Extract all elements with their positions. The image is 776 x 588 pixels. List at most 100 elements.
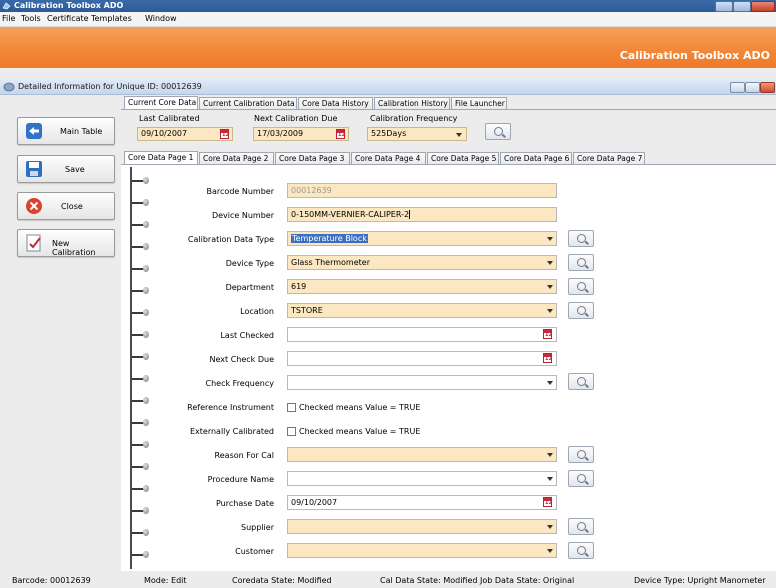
check-frequency-lookup-button[interactable] [568, 373, 594, 390]
chevron-down-icon [547, 309, 553, 313]
tab-core-data-page-2[interactable]: Core Data Page 2 [199, 152, 274, 164]
maximize-button[interactable] [733, 1, 751, 12]
menu-tools[interactable]: Tools [21, 14, 41, 23]
tab-core-data-page-5[interactable]: Core Data Page 5 [427, 152, 499, 164]
tab-core-data-page-3[interactable]: Core Data Page 3 [275, 152, 350, 164]
tab-core-data-page-7[interactable]: Core Data Page 7 [573, 152, 645, 164]
location-select[interactable]: TSTORE [287, 303, 557, 318]
chevron-down-icon [547, 477, 553, 481]
close-label: Close [61, 202, 83, 211]
frequency-value: 525Days [371, 129, 407, 138]
calendar-icon[interactable]: 12 [336, 129, 345, 139]
tab-calibration-history[interactable]: Calibration History [374, 97, 450, 109]
department-lookup-button[interactable] [568, 278, 594, 295]
new-calibration-button[interactable]: New Calibration [17, 229, 115, 257]
chevron-down-icon [547, 285, 553, 289]
last-calibrated-field[interactable]: 09/10/2007 [137, 127, 233, 141]
device-number-label: Device Number [211, 211, 274, 220]
check-frequency-select[interactable] [287, 375, 557, 390]
next-check-field[interactable] [287, 351, 557, 366]
calendar-icon[interactable]: 12 [543, 329, 552, 339]
binder-ring [132, 287, 152, 294]
form-panel [121, 165, 776, 571]
supplier-lookup-button[interactable] [568, 518, 594, 535]
ext-cal-checkbox[interactable] [287, 427, 296, 436]
binder-ring [132, 463, 152, 470]
procedure-lookup-button[interactable] [568, 470, 594, 487]
save-button[interactable]: Save [17, 155, 115, 183]
chevron-down-icon [547, 381, 553, 385]
text-cursor [409, 210, 411, 219]
tab-current-calibration-data[interactable]: Current Calibration Data [199, 97, 297, 109]
calendar-icon[interactable]: 12 [543, 497, 552, 507]
ref-instr-note: Checked means Value = TRUE [299, 403, 421, 412]
checklist-icon [26, 234, 41, 252]
department-select[interactable]: 619 [287, 279, 557, 294]
reason-lookup-button[interactable] [568, 446, 594, 463]
app-banner: Calibration Toolbox ADO [0, 27, 776, 68]
procedure-select[interactable] [287, 471, 557, 486]
binder-ring [132, 177, 152, 184]
back-arrow-icon [26, 123, 42, 139]
child-restore-button[interactable] [745, 82, 760, 93]
status-caldata: Cal Data State: Modified [380, 576, 478, 585]
child-close-button[interactable] [760, 82, 775, 93]
close-window-button[interactable] [751, 1, 775, 12]
supplier-select[interactable] [287, 519, 557, 534]
purchase-date-value: 09/10/2007 [291, 498, 338, 507]
binder-ring [132, 441, 152, 448]
tab-current-core-data[interactable]: Current Core Data [124, 96, 198, 109]
tab-core-data-page-6[interactable]: Core Data Page 6 [500, 152, 572, 164]
next-due-label: Next Calibration Due [254, 114, 338, 123]
tab-core-data-page-1[interactable]: Core Data Page 1 [124, 151, 198, 164]
child-window-title: Detailed Information for Unique ID: 0001… [18, 82, 202, 91]
binder-ring [132, 221, 152, 228]
child-minimize-button[interactable] [730, 82, 745, 93]
customer-select[interactable] [287, 543, 557, 558]
binder-ring [132, 265, 152, 272]
last-calibrated-value: 09/10/2007 [141, 129, 188, 138]
close-button[interactable]: Close [17, 192, 115, 220]
purchase-date-field[interactable]: 09/10/2007 [287, 495, 557, 510]
calendar-icon[interactable]: 12 [220, 129, 229, 139]
cal-type-select[interactable]: Temperature Block [287, 231, 557, 246]
status-jobdata: Job Data State: Original [480, 576, 575, 585]
floppy-disk-icon [26, 161, 42, 177]
cal-type-lookup-button[interactable] [568, 230, 594, 247]
minimize-button[interactable] [715, 1, 733, 12]
chevron-down-icon [456, 133, 462, 137]
menu-file[interactable]: File [2, 14, 15, 23]
magnifier-icon [577, 377, 586, 386]
magnifier-icon [577, 450, 586, 459]
menu-window[interactable]: Window [145, 14, 177, 23]
window-title-bar: Calibration Toolbox ADO [0, 0, 776, 12]
barcode-value: 00012639 [291, 186, 332, 195]
customer-lookup-button[interactable] [568, 542, 594, 559]
procedure-label: Procedure Name [207, 475, 274, 484]
banner-brand: Calibration Toolbox ADO [619, 49, 770, 62]
last-checked-label: Last Checked [220, 331, 274, 340]
frequency-select[interactable]: 525Days [367, 127, 467, 141]
ref-instr-checkbox[interactable] [287, 403, 296, 412]
binder-ring [132, 331, 152, 338]
check-frequency-label: Check Frequency [205, 379, 274, 388]
device-type-select[interactable]: Glass Thermometer [287, 255, 557, 270]
tab-core-data-history[interactable]: Core Data History [298, 97, 373, 109]
device-type-lookup-button[interactable] [568, 254, 594, 271]
device-number-field[interactable]: 0-150MM-VERNIER-CALIPER-2 [287, 207, 557, 222]
tab-core-data-page-4[interactable]: Core Data Page 4 [351, 152, 426, 164]
location-lookup-button[interactable] [568, 302, 594, 319]
calendar-icon[interactable]: 12 [543, 353, 552, 363]
next-due-field[interactable]: 17/03/2009 [253, 127, 349, 141]
magnifier-icon [494, 127, 503, 136]
barcode-field[interactable]: 00012639 [287, 183, 557, 198]
status-devicetype: Device Type: Upright Manometer [634, 576, 766, 585]
last-checked-field[interactable] [287, 327, 557, 342]
chevron-down-icon [547, 525, 553, 529]
next-check-label: Next Check Due [209, 355, 274, 364]
reason-select[interactable] [287, 447, 557, 462]
main-table-button[interactable]: Main Table [17, 117, 115, 145]
frequency-lookup-button[interactable] [485, 123, 511, 140]
menu-certificate-templates[interactable]: Certificate Templates [47, 14, 132, 23]
tab-file-launcher[interactable]: File Launcher [451, 97, 507, 109]
